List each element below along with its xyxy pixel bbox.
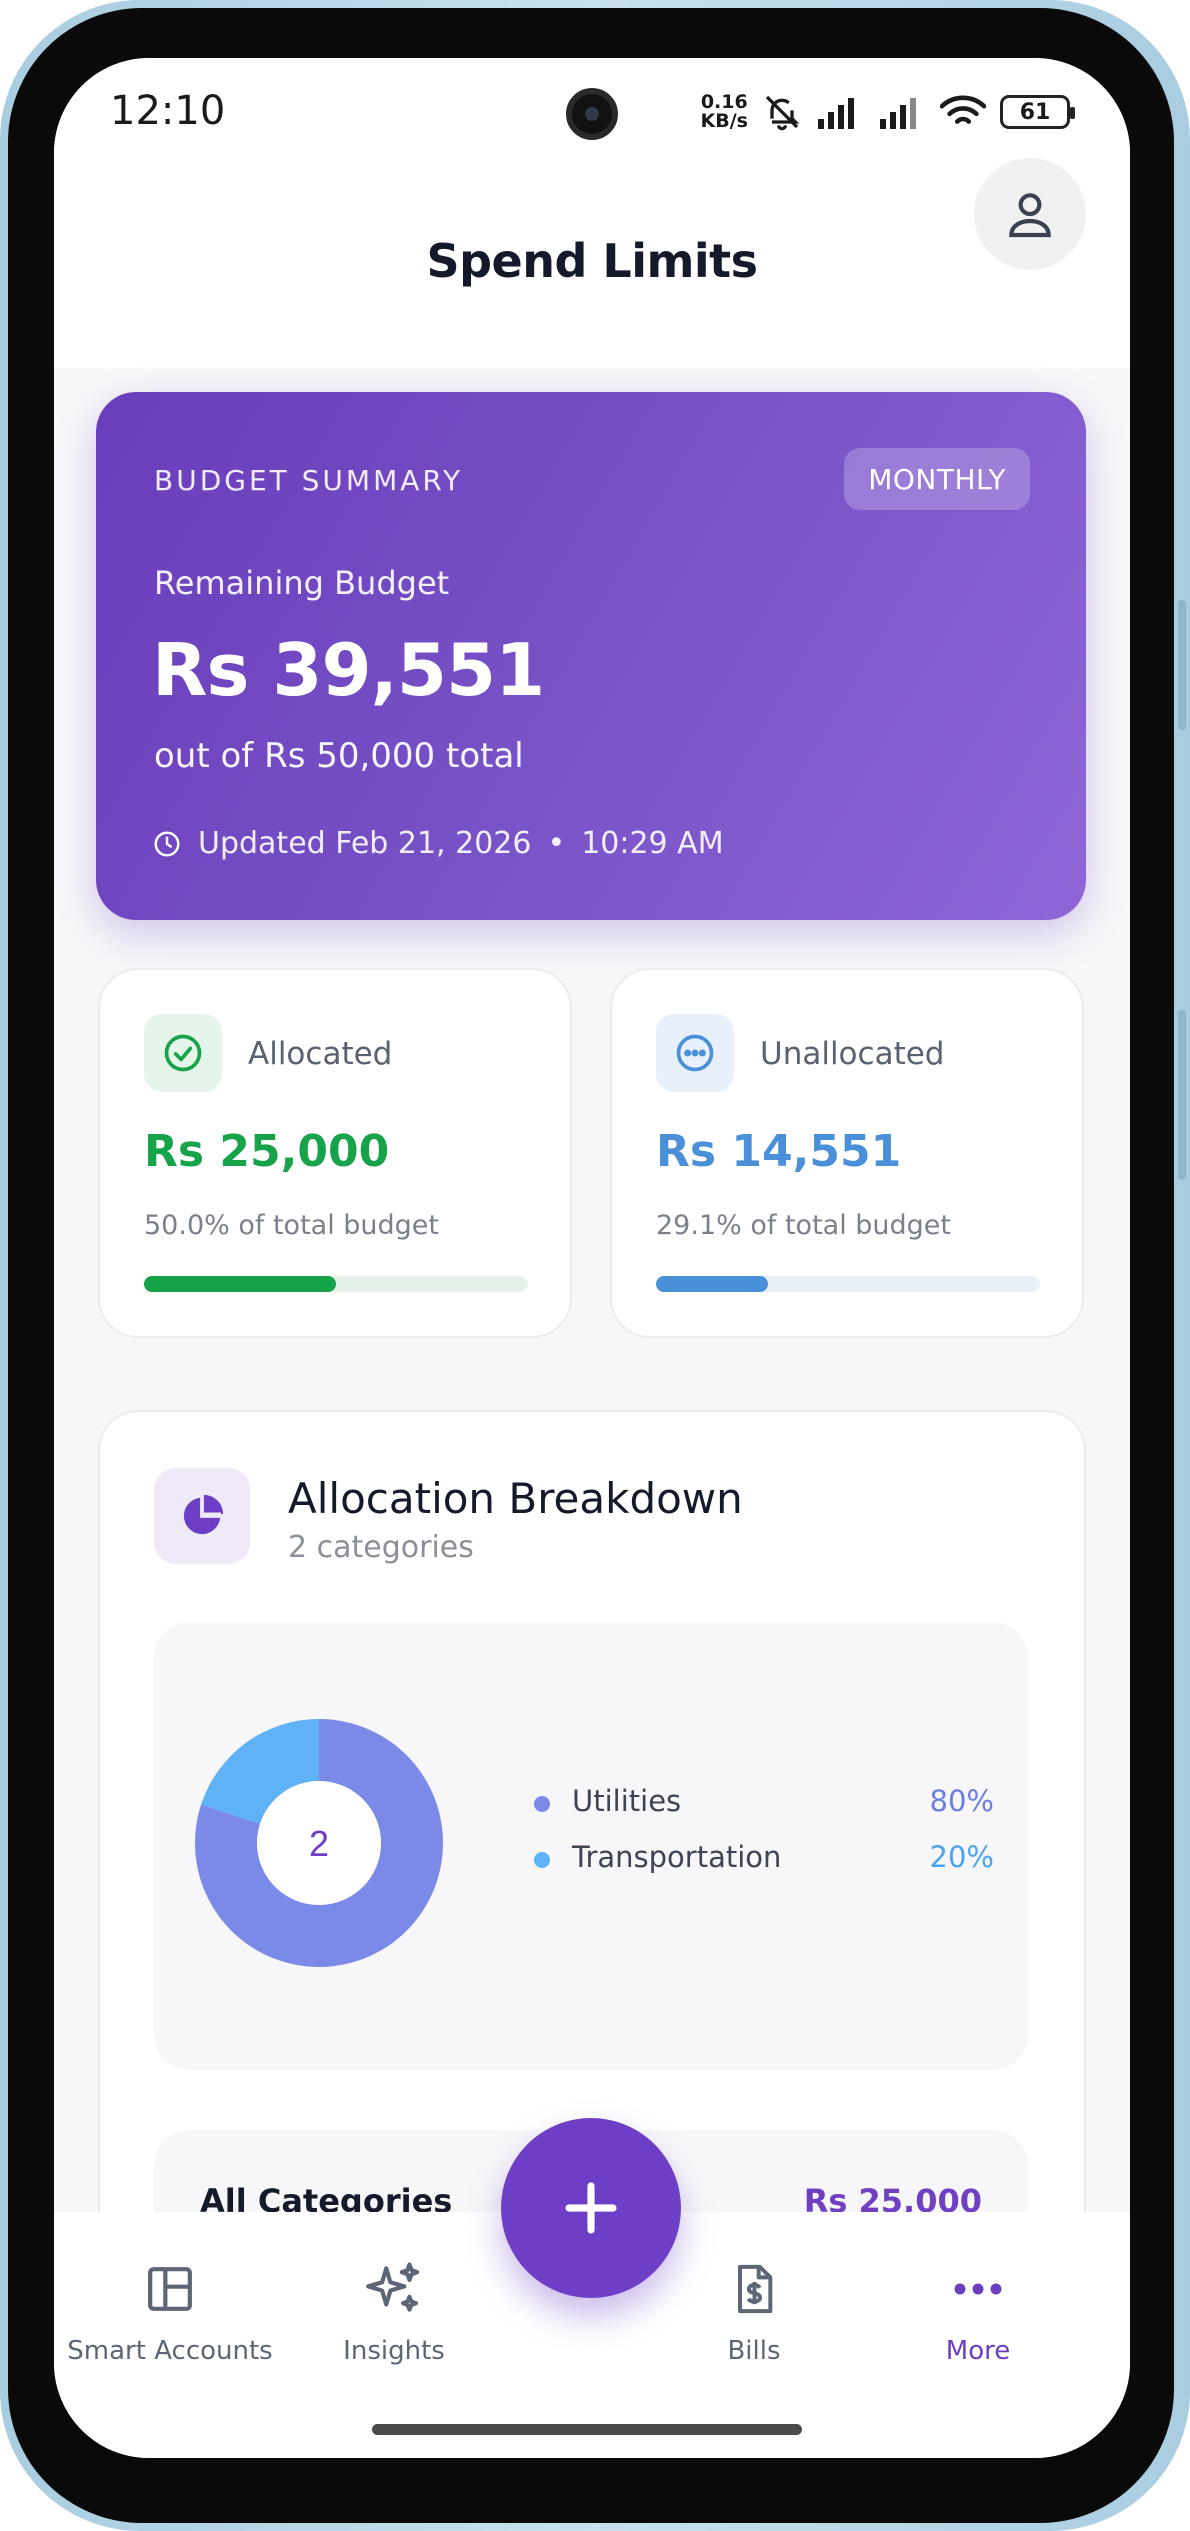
period-badge[interactable]: MONTHLY xyxy=(844,448,1030,510)
chart-legend: Utilities 80% Transportation 20% xyxy=(534,1782,994,1894)
network-speed: 0.16 KB/s xyxy=(700,91,748,132)
legend-item: Utilities 80% xyxy=(534,1782,994,1838)
budget-summary-card: BUDGET SUMMARY MONTHLY Remaining Budget … xyxy=(96,392,1086,920)
legend-dot xyxy=(534,1796,550,1812)
breakdown-title: Allocation Breakdown xyxy=(288,1474,743,1523)
wifi-icon xyxy=(940,95,986,124)
signal-icon xyxy=(818,98,854,129)
status-time: 12:10 xyxy=(110,88,226,134)
allocated-icon-box xyxy=(144,1014,222,1092)
app-header: Spend Limits xyxy=(54,168,1130,368)
sparkles-icon xyxy=(366,2262,420,2312)
check-circle-icon xyxy=(164,1034,202,1072)
allocated-progress-track xyxy=(144,1276,528,1292)
home-indicator[interactable] xyxy=(372,2424,802,2435)
unallocated-percent: 29.1% of total budget xyxy=(656,1210,952,1241)
front-camera xyxy=(566,88,618,140)
mute-icon xyxy=(765,95,800,131)
legend-item: Transportation 20% xyxy=(534,1838,994,1894)
unallocated-card[interactable]: Unallocated Rs 14,551 29.1% of total bud… xyxy=(610,968,1084,1338)
updated-timestamp: Updated Feb 21, 2026 • 10:29 AM xyxy=(152,826,724,861)
total-budget-text: out of Rs 50,000 total xyxy=(154,736,524,776)
budget-summary-label: BUDGET SUMMARY xyxy=(154,464,464,497)
breakdown-subtitle: 2 categories xyxy=(288,1530,474,1565)
page-title: Spend Limits xyxy=(426,234,758,288)
remaining-amount: Rs 39,551 xyxy=(152,628,545,712)
unallocated-progress-track xyxy=(656,1276,1040,1292)
allocated-percent: 50.0% of total budget xyxy=(144,1210,440,1241)
add-button[interactable] xyxy=(501,2118,681,2298)
pie-chart-icon xyxy=(183,1494,224,1535)
plus-icon xyxy=(565,2182,617,2234)
battery-icon: 61 xyxy=(1000,95,1075,129)
unallocated-progress-fill xyxy=(656,1276,768,1292)
signal-2-icon xyxy=(880,98,916,129)
power-button xyxy=(1178,1010,1186,1180)
allocated-amount: Rs 25,000 xyxy=(144,1126,390,1177)
donut-center-count: 2 xyxy=(309,1823,329,1864)
unallocated-amount: Rs 14,551 xyxy=(656,1126,902,1177)
status-icons: 0.16 KB/s 61 xyxy=(700,91,1075,132)
nav-bills[interactable]: Bills xyxy=(644,2256,864,2366)
legend-value: 80% xyxy=(929,1784,994,1818)
user-icon xyxy=(1009,193,1051,238)
separator-dot: • xyxy=(547,826,566,861)
legend-name: Utilities xyxy=(572,1784,682,1818)
nav-smart-accounts[interactable]: Smart Accounts xyxy=(60,2256,280,2366)
status-bar: 12:10 0.16 KB/s 61 xyxy=(54,58,1130,168)
legend-dot xyxy=(534,1852,550,1868)
donut-chart: 2 xyxy=(195,1719,443,1967)
nav-insights[interactable]: Insights xyxy=(284,2256,504,2366)
volume-button xyxy=(1178,600,1186,730)
dots-circle-icon xyxy=(676,1034,714,1072)
nav-more[interactable]: More xyxy=(868,2256,1088,2366)
more-icon xyxy=(954,2283,1002,2295)
allocated-card[interactable]: Allocated Rs 25,000 50.0% of total budge… xyxy=(98,968,572,1338)
legend-value: 20% xyxy=(929,1840,994,1874)
bill-icon xyxy=(738,2264,773,2314)
updated-time: 10:29 AM xyxy=(581,826,724,861)
donut-chart-box: 2 Utilities 80% Transportation 20% xyxy=(154,1622,1028,2070)
pie-chart-icon-box xyxy=(154,1468,250,1564)
unallocated-title: Unallocated xyxy=(760,1036,945,1072)
updated-date: Updated Feb 21, 2026 xyxy=(198,826,532,861)
allocated-title: Allocated xyxy=(248,1036,393,1072)
unallocated-icon-box xyxy=(656,1014,734,1092)
remaining-label: Remaining Budget xyxy=(154,564,450,602)
app-screen: 12:10 0.16 KB/s 61 Spend Limits BUDGET S… xyxy=(54,58,1130,2458)
legend-name: Transportation xyxy=(572,1840,782,1874)
allocated-progress-fill xyxy=(144,1276,336,1292)
layout-icon xyxy=(148,2267,192,2311)
clock-icon xyxy=(154,831,180,856)
profile-button[interactable] xyxy=(974,158,1086,270)
